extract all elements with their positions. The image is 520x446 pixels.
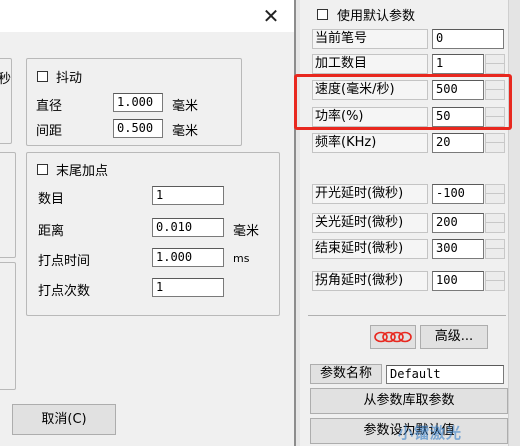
jitter-checkbox[interactable] xyxy=(37,71,48,82)
delay-value-input[interactable]: -100 xyxy=(432,184,484,204)
chain-icon-button[interactable] xyxy=(370,325,416,349)
dot-time-input[interactable]: 1.000 xyxy=(152,248,224,267)
delay-label: 开光延时(微秒) xyxy=(312,184,428,204)
watermark: 小镭激光 xyxy=(398,424,463,442)
delay-value-input[interactable]: 300 xyxy=(432,239,484,259)
delay-value-input[interactable]: 200 xyxy=(432,213,484,233)
spin-button[interactable] xyxy=(485,271,505,291)
use-default-checkbox[interactable] xyxy=(317,9,328,20)
dialog-titlebar xyxy=(0,0,294,32)
spacing-label: 间距 xyxy=(36,124,63,139)
tail-dot-label: 末尾加点 xyxy=(56,164,109,179)
count-label: 数目 xyxy=(38,192,65,207)
spin-button[interactable] xyxy=(485,133,505,153)
panel-right-edge xyxy=(508,0,520,446)
load-from-library-button[interactable]: 从参数库取参数 xyxy=(310,388,508,414)
spin-button[interactable] xyxy=(485,107,505,127)
delay-label: 拐角延时(微秒) xyxy=(312,271,428,291)
param-label: 加工数目 xyxy=(312,54,428,74)
distance-input[interactable]: 0.010 xyxy=(152,218,224,237)
dot-time-unit: ms xyxy=(233,252,250,265)
param-value-input[interactable]: 20 xyxy=(432,133,484,153)
param-label: 当前笔号 xyxy=(312,29,428,49)
tail-dot-checkbox[interactable] xyxy=(37,164,48,175)
cancel-button[interactable]: 取消(C) xyxy=(12,404,116,435)
diameter-label: 直径 xyxy=(36,99,63,114)
spacing-unit: 毫米 xyxy=(172,124,199,139)
spacing-input[interactable]: 0.500 xyxy=(113,119,163,138)
param-value-input[interactable]: 0 xyxy=(432,29,504,49)
count-input[interactable]: 1 xyxy=(152,186,224,205)
advanced-button[interactable]: 高级... xyxy=(420,325,488,349)
param-name-button[interactable]: 参数名称 xyxy=(310,364,382,384)
distance-unit: 毫米 xyxy=(233,224,260,239)
left-frame-partial-3 xyxy=(0,262,16,390)
param-name-input[interactable]: Default xyxy=(386,365,504,384)
param-label: 功率(%) xyxy=(312,107,428,127)
spin-button[interactable] xyxy=(485,213,505,233)
delay-value-input[interactable]: 100 xyxy=(432,271,484,291)
close-icon[interactable]: ✕ xyxy=(258,4,284,28)
param-value-input[interactable]: 1 xyxy=(432,54,484,74)
spin-button[interactable] xyxy=(485,184,505,204)
dot-time-label: 打点时间 xyxy=(38,254,91,269)
delay-label: 关光延时(微秒) xyxy=(312,213,428,233)
param-value-input[interactable]: 50 xyxy=(432,107,484,127)
spin-button[interactable] xyxy=(485,239,505,259)
distance-label: 距离 xyxy=(38,224,65,239)
diameter-input[interactable]: 1.000 xyxy=(113,93,163,112)
jitter-label: 抖动 xyxy=(56,71,83,86)
use-default-label: 使用默认参数 xyxy=(337,9,416,24)
dot-count-input[interactable]: 1 xyxy=(152,278,224,297)
chain-icon xyxy=(374,331,412,343)
dot-count-label: 打点次数 xyxy=(38,284,91,299)
param-label: 频率(KHz) xyxy=(312,133,428,153)
param-label: 速度(毫米/秒) xyxy=(312,80,428,100)
left-frame-partial-2 xyxy=(0,152,16,258)
parameter-dialog: ✕ 秒 抖动 直径 1.000 毫米 间距 0.500 毫米 末尾加点 数目 1… xyxy=(0,0,294,446)
spin-button[interactable] xyxy=(485,80,505,100)
delay-label: 结束延时(微秒) xyxy=(312,239,428,259)
param-value-input[interactable]: 500 xyxy=(432,80,484,100)
spin-button[interactable] xyxy=(485,54,505,74)
cut-text: 秒 xyxy=(0,72,12,87)
diameter-unit: 毫米 xyxy=(172,99,199,114)
advanced-separator xyxy=(308,315,506,316)
